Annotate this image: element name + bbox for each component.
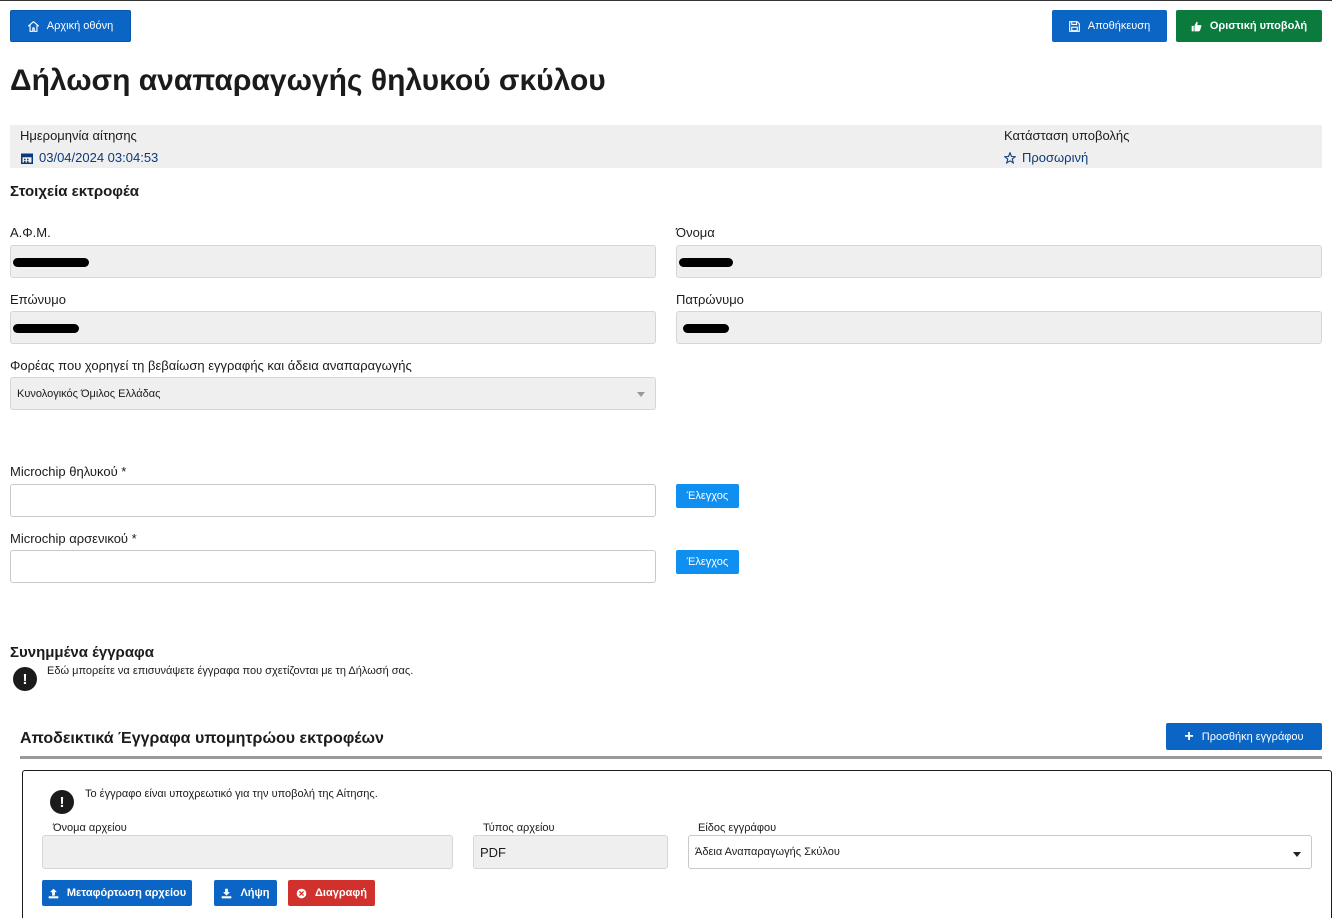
- issuing-body-label: Φορέας που χορηγεί τη βεβαίωση εγγραφής …: [10, 358, 412, 373]
- file-name-field: [42, 835, 453, 869]
- exclamation-icon: !: [13, 667, 37, 691]
- plus-icon: +: [1184, 727, 1194, 745]
- first-name-field: [676, 245, 1322, 278]
- home-button[interactable]: Αρχική οθόνη: [10, 10, 131, 42]
- attachments-section-title: Συνημμένα έγγραφα: [10, 644, 154, 661]
- star-icon: [1004, 151, 1016, 164]
- download-icon: [222, 888, 232, 898]
- upload-file-label: Μεταφόρτωση αρχείου: [66, 887, 187, 899]
- calendar-icon: [21, 153, 33, 164]
- final-submit-label: Οριστική υποβολή: [1209, 20, 1308, 32]
- check-female-microchip-button[interactable]: Έλεγχος: [676, 484, 739, 508]
- male-microchip-input[interactable]: [10, 550, 656, 583]
- redacted-value: [683, 324, 729, 333]
- issuing-body-select[interactable]: Κυνολογικός Όμιλος Ελλάδας: [10, 377, 656, 410]
- delete-label: Διαγραφή: [315, 887, 367, 899]
- home-icon: [27, 20, 39, 32]
- submission-status-label: Κατάσταση υποβολής: [1004, 128, 1130, 143]
- page-title: Δήλωση αναπαραγωγής θηλυκού σκύλου: [10, 64, 606, 97]
- save-button[interactable]: Αποθήκευση: [1052, 10, 1167, 42]
- final-submit-button[interactable]: Οριστική υποβολή: [1176, 10, 1322, 42]
- document-group-title: Αποδεικτικά Έγγραφα υπομητρώου εκτροφέων: [20, 730, 384, 747]
- document-card: ! Το έγγραφο είναι υποχρεωτικό για την υ…: [22, 770, 1332, 918]
- save-button-label: Αποθήκευση: [1087, 20, 1151, 32]
- first-name-label: Όνομα: [676, 225, 715, 240]
- redacted-value: [13, 258, 89, 267]
- document-type-select[interactable]: Άδεια Αναπαραγωγής Σκύλου: [688, 835, 1312, 869]
- redacted-value: [679, 258, 733, 267]
- add-document-button[interactable]: + Προσθήκη εγγράφου: [1166, 723, 1322, 750]
- floppy-disk-icon: [1068, 20, 1080, 32]
- attachments-notice: Εδώ μπορείτε να επισυνάψετε έγγραφα που …: [47, 665, 414, 677]
- application-date-text: 03/04/2024 03:04:53: [39, 150, 159, 165]
- document-type-label: Είδος εγγράφου: [698, 822, 777, 834]
- file-name-label: Όνομα αρχείου: [53, 822, 127, 834]
- download-button[interactable]: Λήψη: [214, 880, 277, 906]
- male-microchip-label: Microchip αρσενικού *: [10, 531, 137, 546]
- exclamation-icon: !: [50, 790, 74, 814]
- file-type-field: PDF: [473, 835, 668, 869]
- document-type-value: Άδεια Αναπαραγωγής Σκύλου: [695, 846, 840, 858]
- redacted-value: [13, 324, 79, 333]
- thumbs-up-icon: [1191, 21, 1202, 31]
- submission-status-value: Προσωρινή: [1004, 150, 1088, 165]
- female-microchip-input[interactable]: [10, 484, 656, 517]
- afm-field: [10, 245, 656, 278]
- upload-icon: [48, 888, 59, 898]
- chevron-down-icon: [637, 392, 645, 397]
- required-document-notice: Το έγγραφο είναι υποχρεωτικό για την υπο…: [85, 788, 378, 800]
- breeder-section-title: Στοιχεία εκτροφέα: [10, 183, 140, 200]
- delete-circle-icon: [296, 888, 307, 898]
- fathers-name-field: [676, 311, 1322, 344]
- application-date-label: Ημερομηνία αίτησης: [20, 128, 137, 143]
- upload-file-button[interactable]: Μεταφόρτωση αρχείου: [42, 880, 192, 906]
- surname-label: Επώνυμο: [10, 292, 66, 307]
- add-document-label: Προσθήκη εγγράφου: [1201, 730, 1304, 743]
- application-date-value: 03/04/2024 03:04:53: [21, 150, 158, 165]
- female-microchip-label: Microchip θηλυκού *: [10, 464, 127, 479]
- surname-field: [10, 311, 656, 344]
- submission-info-bar: Ημερομηνία αίτησης 03/04/2024 03:04:53 Κ…: [10, 125, 1322, 168]
- home-button-label: Αρχική οθόνη: [46, 20, 114, 32]
- fathers-name-label: Πατρώνυμο: [676, 292, 744, 307]
- check-male-microchip-button[interactable]: Έλεγχος: [676, 550, 739, 574]
- delete-button[interactable]: Διαγραφή: [288, 880, 375, 906]
- afm-label: Α.Φ.Μ.: [10, 225, 51, 240]
- top-border: [0, 0, 1332, 1]
- download-label: Λήψη: [240, 887, 270, 899]
- submission-status-text: Προσωρινή: [1022, 150, 1089, 165]
- divider: [20, 756, 1322, 759]
- file-type-label: Τύπος αρχείου: [483, 822, 555, 834]
- file-type-value: PDF: [480, 845, 506, 860]
- chevron-down-icon: [1293, 852, 1301, 857]
- issuing-body-value: Κυνολογικός Όμιλος Ελλάδας: [17, 388, 161, 400]
